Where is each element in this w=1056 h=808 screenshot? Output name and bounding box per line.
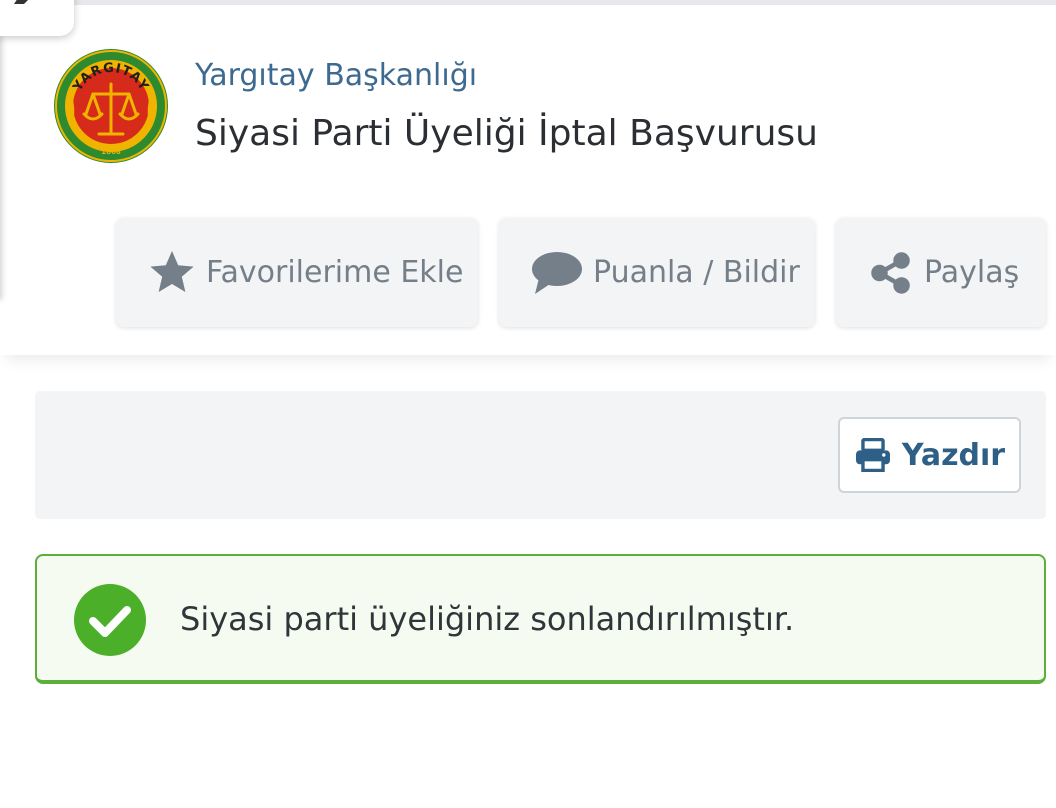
share-icon [871, 251, 910, 294]
pencil-icon [14, 0, 28, 4]
comment-icon [532, 251, 582, 294]
add-favorite-label: Favorilerime Ekle [206, 255, 464, 290]
agency-name[interactable]: Yargıtay Başkanlığı [195, 58, 477, 93]
success-message: Siyasi parti üyeliğiniz sonlandırılmıştı… [180, 600, 795, 638]
add-favorite-button[interactable]: Favorilerime Ekle [116, 218, 478, 327]
rate-report-button[interactable]: Puanla / Bildir [499, 218, 815, 327]
yargitay-logo: YARGITAY 1868 [54, 49, 168, 163]
print-button[interactable]: Yazdır [838, 417, 1021, 493]
edit-tab[interactable] [0, 0, 74, 36]
printer-icon [855, 438, 890, 472]
share-label: Paylaş [924, 255, 1020, 290]
share-button[interactable]: Paylaş [836, 218, 1046, 327]
service-header: YARGITAY 1868 Yargıtay Başkanlığı Siyasi… [0, 5, 1056, 355]
logo-year: 1868 [101, 148, 121, 156]
success-alert: Siyasi parti üyeliğiniz sonlandırılmıştı… [35, 554, 1046, 684]
check-circle-icon [74, 584, 146, 656]
print-label: Yazdır [901, 437, 1006, 473]
rate-report-label: Puanla / Bildir [593, 255, 800, 290]
page-title: Siyasi Parti Üyeliği İptal Başvurusu [195, 113, 818, 154]
star-icon [150, 250, 194, 292]
